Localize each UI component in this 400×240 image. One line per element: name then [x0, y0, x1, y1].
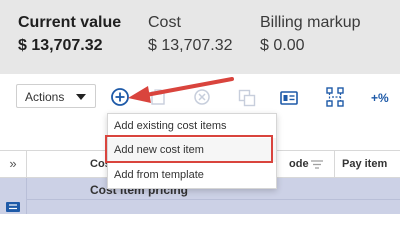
annotation-arrow	[128, 77, 234, 103]
